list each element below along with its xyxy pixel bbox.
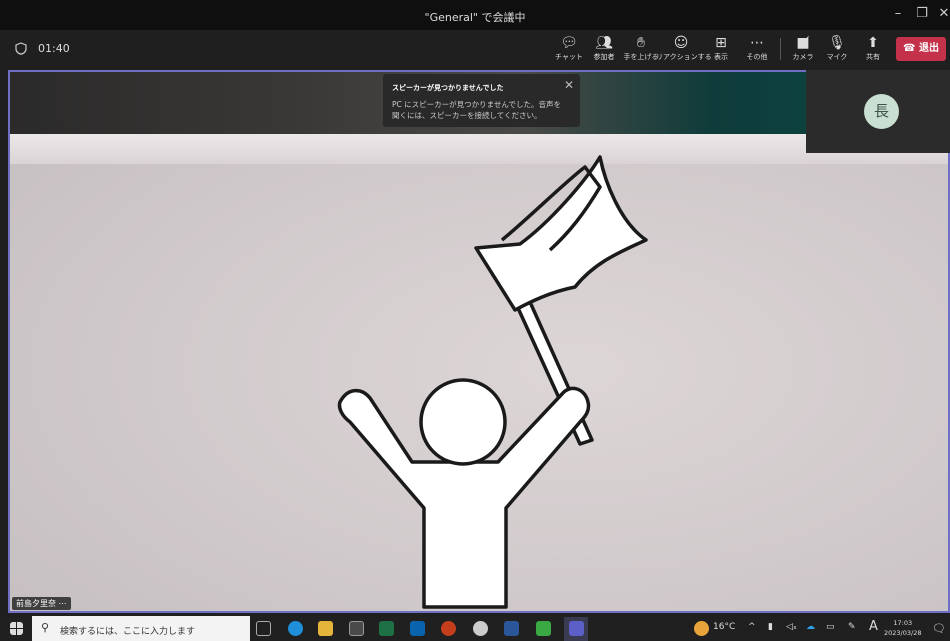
ime-indicator[interactable]: A: [869, 619, 878, 634]
participant-name-badge[interactable]: 前島夕里奈 ⋯: [12, 597, 71, 610]
meeting-timer: 01:40: [38, 42, 70, 55]
share-button[interactable]: ⬆︎ 共有: [848, 34, 898, 66]
shield-icon: [15, 42, 27, 55]
file-explorer-icon[interactable]: [318, 621, 333, 636]
share-label: 共有: [866, 53, 880, 61]
camera-app-icon[interactable]: [349, 621, 364, 636]
word-icon[interactable]: [504, 621, 519, 636]
clock-app-icon[interactable]: [473, 621, 488, 636]
avatar: 長: [864, 94, 899, 129]
weather-icon[interactable]: [694, 621, 709, 636]
toast-title: スピーカーが見つかりませんでした: [392, 84, 504, 92]
clock-time: 17:03: [893, 619, 913, 627]
teams-icon: [569, 621, 584, 636]
excel-icon[interactable]: [379, 621, 394, 636]
speaker-muted-icon[interactable]: ◁ₓ: [786, 622, 797, 632]
speaker-not-found-toast: スピーカーが見つかりませんでした PC にスピーカーが見つかりませんでした。音声…: [383, 74, 580, 127]
search-icon: ⚲: [41, 621, 50, 634]
powerpoint-icon[interactable]: [441, 621, 456, 636]
pen-icon[interactable]: ✎: [848, 622, 856, 632]
onedrive-icon[interactable]: ☁: [806, 622, 815, 632]
restore-icon[interactable]: ❐: [912, 6, 932, 21]
close-window-icon[interactable]: ✕: [934, 6, 950, 21]
toast-body: PC にスピーカーが見つかりませんでした。音声を聞くには、スピーカーを接続してく…: [392, 100, 562, 120]
title-bar: "General" で会議中 – ❐ ✕: [0, 0, 950, 30]
more-label: その他: [746, 53, 768, 61]
leave-label: 退出: [918, 43, 939, 54]
weather-temp: 16°C: [713, 622, 736, 632]
minimize-icon[interactable]: –: [888, 6, 908, 21]
notification-icon[interactable]: 🗨︎: [932, 622, 946, 635]
outlook-icon[interactable]: [410, 621, 425, 636]
more-button[interactable]: ⋯ その他: [732, 34, 782, 66]
task-view-icon[interactable]: [256, 621, 271, 636]
usb-icon[interactable]: ▮: [768, 622, 773, 632]
chevron-up-icon[interactable]: ^: [748, 622, 756, 632]
taskbar-clock[interactable]: 17:03 2023/03/28: [884, 618, 921, 638]
share-icon: ⬆︎: [867, 35, 879, 51]
app-icon[interactable]: [536, 621, 551, 636]
window-title: "General" で会議中: [424, 11, 526, 24]
clock-date: 2023/03/28: [884, 629, 922, 637]
edge-icon[interactable]: [288, 621, 303, 636]
more-icon: ⋯: [750, 35, 764, 51]
leave-button[interactable]: ☎︎ 退出: [896, 37, 946, 61]
windows-start-icon[interactable]: [10, 622, 23, 635]
close-icon[interactable]: ✕: [564, 78, 574, 92]
battery-icon[interactable]: ▭: [826, 622, 835, 632]
search-placeholder: 検索するには、ここに入力します: [60, 627, 196, 637]
flag-person-illustration: [337, 155, 648, 609]
phone-hangup-icon: ☎︎: [903, 43, 916, 54]
